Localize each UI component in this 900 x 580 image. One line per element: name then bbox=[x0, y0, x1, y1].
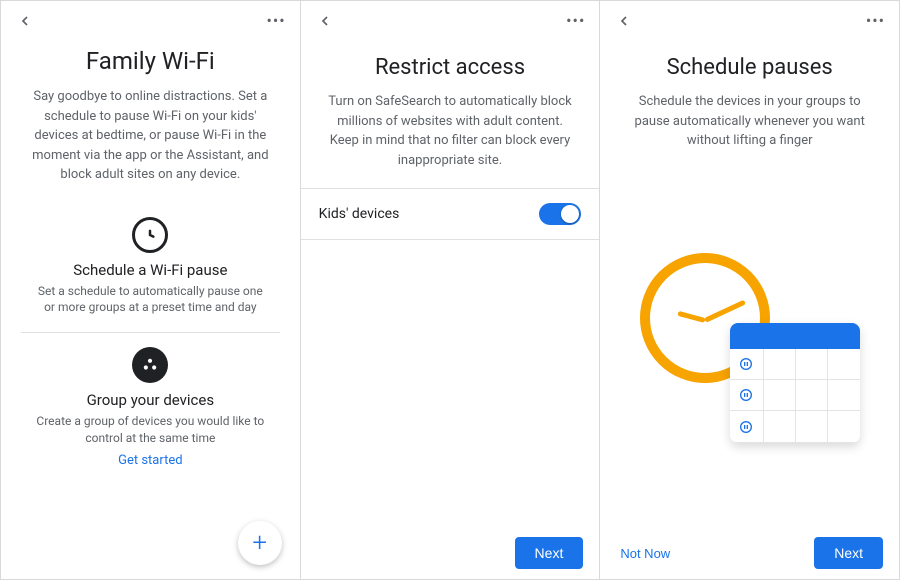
page-subtitle: Turn on SafeSearch to automatically bloc… bbox=[321, 92, 580, 170]
group-devices-section: Group your devices Create a group of dev… bbox=[21, 332, 280, 484]
section-desc: Create a group of devices you would like… bbox=[25, 413, 276, 447]
schedule-pause-section[interactable]: Schedule a Wi-Fi pause Set a schedule to… bbox=[21, 203, 280, 333]
back-button[interactable] bbox=[315, 11, 335, 31]
not-now-button[interactable]: Not Now bbox=[616, 538, 674, 569]
calendar-illustration-icon bbox=[730, 323, 860, 443]
section-desc: Set a schedule to automatically pause on… bbox=[25, 283, 276, 317]
more-horizontal-icon: ••• bbox=[266, 11, 285, 30]
bottombar: Not Now Next bbox=[600, 527, 899, 579]
next-button[interactable]: Next bbox=[814, 537, 883, 569]
content: Restrict access Turn on SafeSearch to au… bbox=[301, 35, 600, 527]
page-title: Restrict access bbox=[375, 55, 525, 80]
schedule-illustration bbox=[620, 169, 879, 528]
chevron-left-icon bbox=[17, 13, 33, 29]
more-button[interactable]: ••• bbox=[266, 13, 285, 29]
topbar: ••• bbox=[600, 1, 899, 35]
more-horizontal-icon: ••• bbox=[866, 11, 885, 30]
toggle-knob bbox=[561, 205, 579, 223]
content: Schedule pauses Schedule the devices in … bbox=[600, 35, 899, 527]
row-label: Kids' devices bbox=[319, 206, 400, 222]
more-button[interactable]: ••• bbox=[566, 13, 585, 29]
safesearch-toggle[interactable] bbox=[539, 203, 581, 225]
get-started-link[interactable]: Get started bbox=[118, 453, 182, 468]
section-title: Group your devices bbox=[87, 391, 215, 409]
back-button[interactable] bbox=[614, 11, 634, 31]
chevron-left-icon bbox=[616, 13, 632, 29]
page-title: Family Wi-Fi bbox=[86, 47, 215, 75]
group-icon bbox=[132, 347, 168, 383]
back-button[interactable] bbox=[15, 11, 35, 31]
next-button[interactable]: Next bbox=[515, 537, 584, 569]
page-subtitle: Say goodbye to online distractions. Set … bbox=[21, 87, 280, 185]
more-horizontal-icon: ••• bbox=[566, 11, 585, 30]
chevron-left-icon bbox=[317, 13, 333, 29]
topbar: ••• bbox=[1, 1, 300, 35]
bottombar: Next bbox=[301, 527, 600, 579]
page-subtitle: Schedule the devices in your groups to p… bbox=[620, 92, 879, 151]
kids-devices-row: Kids' devices bbox=[301, 188, 600, 240]
page-title: Schedule pauses bbox=[667, 55, 833, 80]
clock-icon bbox=[132, 217, 168, 253]
content: Family Wi-Fi Say goodbye to online distr… bbox=[1, 35, 300, 579]
add-fab[interactable]: + bbox=[238, 521, 282, 565]
topbar: ••• bbox=[301, 1, 600, 35]
more-button[interactable]: ••• bbox=[866, 13, 885, 29]
family-wifi-screen: ••• Family Wi-Fi Say goodbye to online d… bbox=[0, 0, 301, 580]
section-title: Schedule a Wi-Fi pause bbox=[73, 261, 227, 279]
restrict-access-screen: ••• Restrict access Turn on SafeSearch t… bbox=[301, 0, 601, 580]
plus-icon: + bbox=[252, 528, 267, 558]
schedule-pauses-screen: ••• Schedule pauses Schedule the devices… bbox=[600, 0, 900, 580]
